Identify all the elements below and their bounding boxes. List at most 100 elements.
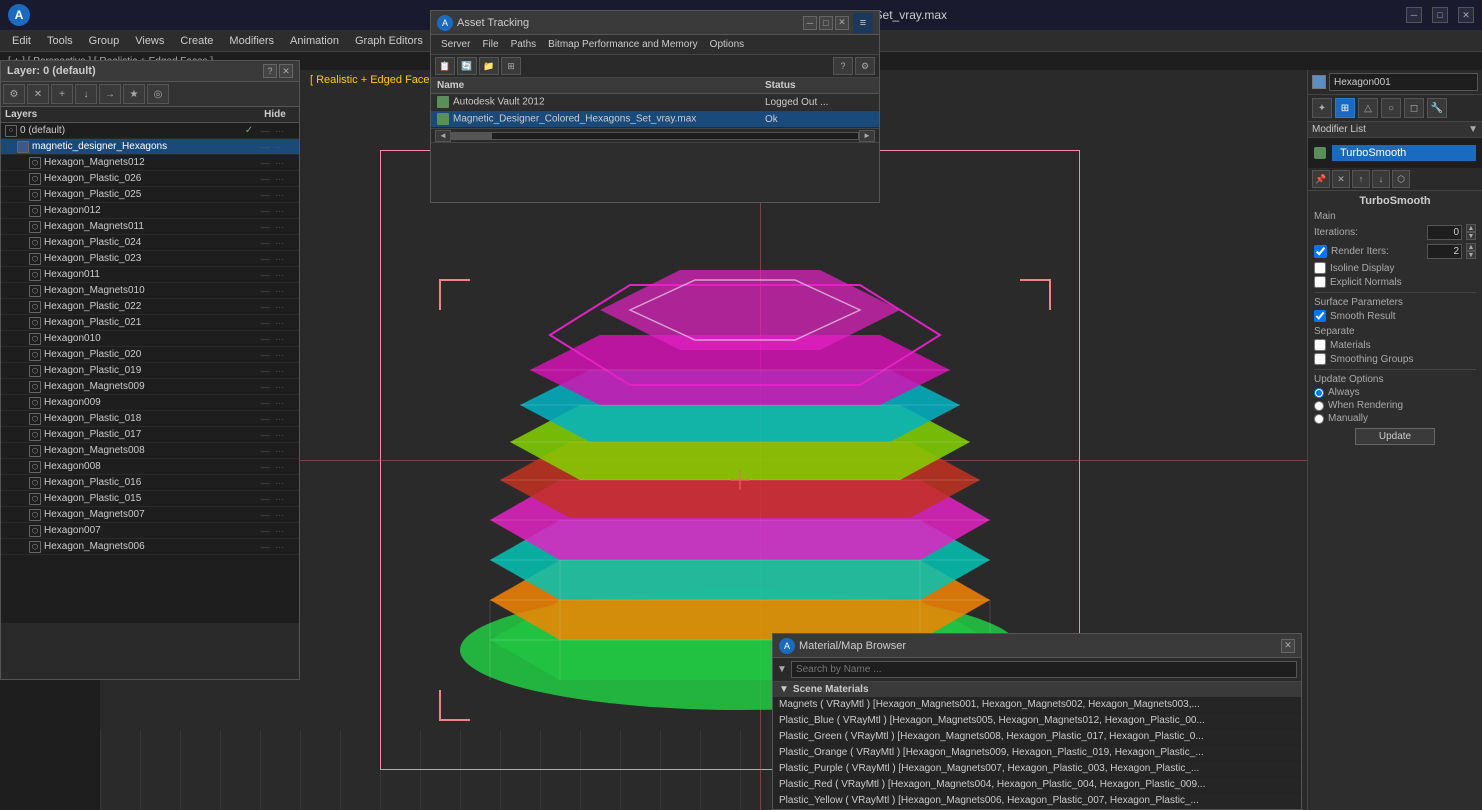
layer-item[interactable]: ⬡Hexagon_Plastic_019—··· [1, 363, 299, 379]
menu-item-modifiers[interactable]: Modifiers [221, 33, 282, 49]
iterations-up-btn[interactable]: ▲ [1466, 224, 1476, 232]
modifier-list-dropdown-arrow[interactable]: ▼ [1468, 124, 1478, 135]
layer-select-btn[interactable]: ↓ [75, 84, 97, 104]
layer-item[interactable]: ⬡Hexagon012—··· [1, 203, 299, 219]
layer-vis-22[interactable]: — [255, 478, 275, 488]
layer-item[interactable]: ⬡Hexagon_Plastic_017—··· [1, 427, 299, 443]
layer-item[interactable]: ○0 (default)✓—··· [1, 123, 299, 139]
layer-vis-24[interactable]: — [255, 510, 275, 520]
make-unique-btn[interactable]: ⬡ [1392, 170, 1410, 188]
layer-vis-11[interactable]: — [255, 302, 275, 312]
menu-item-create[interactable]: Create [172, 33, 221, 49]
layer-item[interactable]: ⬡Hexagon010—··· [1, 331, 299, 347]
minimize-button[interactable]: ─ [1406, 7, 1422, 23]
menu-item-graph-editors[interactable]: Graph Editors [347, 33, 431, 49]
layer-vis-5[interactable]: — [255, 206, 275, 216]
layer-item[interactable]: ⬡Hexagon_Magnets009—··· [1, 379, 299, 395]
layer-item[interactable]: ⬡Hexagon009—··· [1, 395, 299, 411]
move-up-btn[interactable]: ↑ [1352, 170, 1370, 188]
asset-minimize-btn[interactable]: ─ [803, 16, 817, 30]
layer-item[interactable]: ⬡Hexagon_Plastic_018—··· [1, 411, 299, 427]
layer-vis-3[interactable]: — [255, 174, 275, 184]
modifier-list-header[interactable]: Modifier List ▼ [1308, 122, 1482, 138]
scroll-left-btn[interactable]: ◄ [435, 130, 451, 142]
render-iters-input[interactable] [1427, 244, 1462, 259]
layers-close-btn[interactable]: ✕ [279, 64, 293, 78]
layer-item[interactable]: ⬡Hexagon_Magnets010—··· [1, 283, 299, 299]
asset-menu-paths[interactable]: Paths [505, 38, 543, 51]
render-iters-down-btn[interactable]: ▼ [1466, 251, 1476, 259]
layer-vis-8[interactable]: — [255, 254, 275, 264]
layer-highlight-btn[interactable]: ★ [123, 84, 145, 104]
layer-item[interactable]: ⬡Hexagon_Magnets006—··· [1, 539, 299, 555]
hierarchy-tab-icon[interactable]: △ [1358, 98, 1378, 118]
layer-vis-19[interactable]: — [255, 430, 275, 440]
layer-item[interactable]: magnetic_designer_Hexagons—··· [1, 139, 299, 155]
scroll-right-btn[interactable]: ► [859, 130, 875, 142]
layer-vis-9[interactable]: — [255, 270, 275, 280]
create-tab-icon[interactable]: ✦ [1312, 98, 1332, 118]
object-color-swatch[interactable] [1312, 75, 1326, 89]
layer-vis-25[interactable]: — [255, 526, 275, 536]
layer-item[interactable]: ⬡Hexagon008—··· [1, 459, 299, 475]
asset-table-body[interactable]: Autodesk Vault 2012Logged Out ...Magneti… [431, 94, 879, 128]
layer-vis-23[interactable]: — [255, 494, 275, 504]
material-search-input[interactable] [791, 661, 1297, 678]
asset-scrollbar[interactable]: ◄ ► [431, 128, 879, 142]
update-button[interactable]: Update [1355, 428, 1435, 445]
always-radio[interactable] [1314, 388, 1324, 398]
layer-vis-0[interactable]: — [255, 126, 275, 136]
layer-vis-14[interactable]: — [255, 350, 275, 360]
pin-stack-btn[interactable]: 📌 [1312, 170, 1330, 188]
menu-item-animation[interactable]: Animation [282, 33, 347, 49]
material-item-0[interactable]: Magnets ( VRayMtl ) [Hexagon_Magnets001,… [773, 697, 1301, 713]
layer-delete-btn[interactable]: ✕ [27, 84, 49, 104]
layer-move-btn[interactable]: → [99, 84, 121, 104]
smoothing-groups-checkbox[interactable] [1314, 353, 1326, 365]
isoline-checkbox[interactable] [1314, 262, 1326, 274]
layer-vis-2[interactable]: — [255, 158, 275, 168]
asset-row-0[interactable]: Autodesk Vault 2012Logged Out ... [431, 94, 879, 111]
render-iters-up-btn[interactable]: ▲ [1466, 243, 1476, 251]
layer-isolate-btn[interactable]: ◎ [147, 84, 169, 104]
layer-vis-6[interactable]: — [255, 222, 275, 232]
menu-item-tools[interactable]: Tools [39, 33, 81, 49]
layer-item[interactable]: ⬡Hexagon_Plastic_026—··· [1, 171, 299, 187]
object-name-field[interactable] [1329, 73, 1478, 91]
asset-menu-file[interactable]: File [476, 38, 504, 51]
material-item-6[interactable]: Plastic_Yellow ( VRayMtl ) [Hexagon_Magn… [773, 793, 1301, 809]
material-item-5[interactable]: Plastic_Red ( VRayMtl ) [Hexagon_Magnets… [773, 777, 1301, 793]
maximize-button[interactable]: □ [1432, 7, 1448, 23]
asset-tool-4[interactable]: ⊞ [501, 57, 521, 75]
layer-vis-10[interactable]: — [255, 286, 275, 296]
motion-tab-icon[interactable]: ○ [1381, 98, 1401, 118]
layer-item[interactable]: ⬡Hexagon007—··· [1, 523, 299, 539]
asset-tool-3[interactable]: 📁 [479, 57, 499, 75]
material-item-2[interactable]: Plastic_Green ( VRayMtl ) [Hexagon_Magne… [773, 729, 1301, 745]
utilities-tab-icon[interactable]: 🔧 [1427, 98, 1447, 118]
layer-vis-17[interactable]: — [255, 398, 275, 408]
close-button[interactable]: ✕ [1458, 7, 1474, 23]
layer-vis-16[interactable]: — [255, 382, 275, 392]
materials-checkbox[interactable] [1314, 339, 1326, 351]
menu-item-group[interactable]: Group [81, 33, 128, 49]
layer-vis-12[interactable]: — [255, 318, 275, 328]
move-down-btn[interactable]: ↓ [1372, 170, 1390, 188]
material-item-4[interactable]: Plastic_Purple ( VRayMtl ) [Hexagon_Magn… [773, 761, 1301, 777]
layer-vis-20[interactable]: — [255, 446, 275, 456]
when-rendering-radio[interactable] [1314, 401, 1324, 411]
layer-settings-btn[interactable]: ⚙ [3, 84, 25, 104]
layer-vis-15[interactable]: — [255, 366, 275, 376]
layer-item[interactable]: ⬡Hexagon_Magnets007—··· [1, 507, 299, 523]
asset-maximize-btn[interactable]: □ [819, 16, 833, 30]
layer-item[interactable]: ⬡Hexagon_Plastic_020—··· [1, 347, 299, 363]
layer-add-btn[interactable]: + [51, 84, 73, 104]
iterations-spinner[interactable]: ▲ ▼ [1466, 224, 1476, 240]
layers-question-btn[interactable]: ? [263, 64, 277, 78]
layer-vis-13[interactable]: — [255, 334, 275, 344]
layer-item[interactable]: ⬡Hexagon_Plastic_021—··· [1, 315, 299, 331]
asset-close-btn[interactable]: ✕ [835, 16, 849, 30]
layer-vis-4[interactable]: — [255, 190, 275, 200]
render-iters-checkbox[interactable] [1314, 245, 1327, 258]
asset-extra-btn[interactable]: ≡ [853, 13, 873, 33]
